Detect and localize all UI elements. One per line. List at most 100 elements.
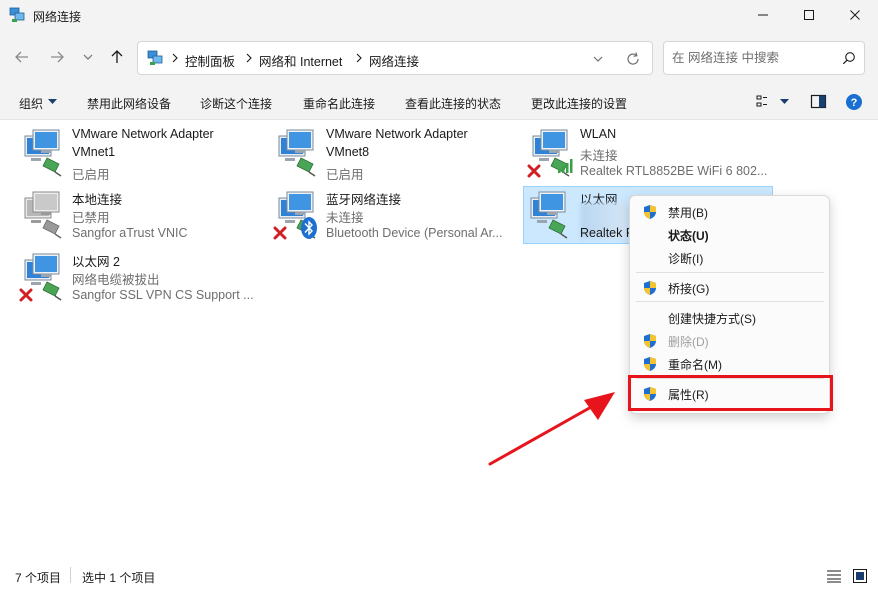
chevron-down-icon (83, 54, 93, 60)
organize-button[interactable]: 组织 (19, 95, 43, 112)
uac-shield-icon (642, 356, 658, 372)
connection-item-local[interactable]: 本地连接 已禁用 Sangfor aTrust VNIC (17, 186, 267, 244)
menu-separator (636, 301, 824, 302)
connection-status: 已启用 (326, 168, 364, 182)
menu-item-diagnose[interactable]: 诊断(I) (634, 246, 826, 269)
disconnected-x-icon (527, 164, 541, 178)
wifi-signal-icon (558, 159, 573, 173)
caret-down-icon (48, 99, 57, 104)
connection-subname: VMnet1 (72, 145, 116, 159)
network-adapter-icon (525, 190, 577, 240)
connection-item-ethernet-2[interactable]: 以太网 2 网络电缆被拔出 Sangfor SSL VPN CS Support… (17, 248, 267, 306)
details-view-icon[interactable] (826, 569, 842, 583)
connection-status: 网络电缆被拔出 (72, 273, 160, 287)
connection-item-vmnet1[interactable]: VMware Network Adapter VMnet1 已启用 (17, 124, 267, 182)
recent-locations-button[interactable] (77, 46, 99, 68)
menu-item-label: 创建快捷方式(S) (668, 312, 756, 326)
title-bar: 网络连接 (0, 0, 878, 32)
up-button[interactable] (106, 46, 128, 68)
menu-item-label: 删除(D) (668, 335, 709, 349)
annotation-arrow-icon (488, 392, 615, 466)
connection-name: VMware Network Adapter (72, 127, 214, 141)
network-adapter-disabled-icon (19, 190, 71, 240)
arrow-up-icon (111, 50, 123, 63)
connection-device: Sangfor aTrust VNIC (72, 226, 188, 240)
menu-item-delete: 删除(D) (634, 329, 826, 352)
menu-item-label: 重命名(M) (668, 358, 722, 372)
connection-item-wlan[interactable]: WLAN 未连接 Realtek RTL8852BE WiFi 6 802... (525, 124, 775, 182)
maximize-button[interactable] (786, 0, 832, 30)
view-options-caret-icon[interactable] (780, 99, 789, 105)
disable-device-button[interactable]: 禁用此网络设备 (87, 95, 171, 112)
change-settings-button[interactable]: 更改此连接的设置 (531, 95, 627, 112)
connection-device: Realtek RTL8852BE WiFi 6 802... (580, 164, 768, 178)
connection-status: 未连接 (580, 149, 618, 163)
connection-device: Bluetooth Device (Personal Ar... (326, 226, 503, 240)
help-icon[interactable]: ? (845, 93, 863, 111)
uac-shield-icon (642, 280, 658, 296)
navigation-bar: 控制面板 网络和 Internet 网络连接 (0, 32, 878, 84)
annotation-highlight-box (628, 375, 833, 411)
diagnose-connection-button[interactable]: 诊断这个连接 (200, 95, 272, 112)
menu-separator (636, 272, 824, 273)
address-bar[interactable]: 控制面板 网络和 Internet 网络连接 (137, 41, 653, 75)
tiles-view-icon[interactable] (852, 568, 868, 584)
search-input[interactable] (672, 49, 832, 67)
connection-status: 已禁用 (72, 211, 110, 225)
close-button[interactable] (832, 0, 878, 30)
breadcrumb-control-panel[interactable]: 控制面板 (185, 51, 235, 70)
uac-shield-icon (642, 204, 658, 220)
menu-item-label: 诊断(I) (668, 252, 704, 266)
network-connections-app-icon (9, 7, 25, 22)
menu-item-bridge[interactable]: 桥接(G) (634, 276, 826, 299)
connection-status: 已启用 (72, 168, 110, 182)
command-bar: 组织 禁用此网络设备 诊断这个连接 重命名此连接 查看此连接的状态 更改此连接的… (0, 84, 878, 120)
connection-name: VMware Network Adapter (326, 127, 468, 141)
connection-device: Realtek P (580, 226, 635, 240)
view-status-button[interactable]: 查看此连接的状态 (405, 95, 501, 112)
minimize-button[interactable] (740, 0, 786, 30)
preview-pane-icon[interactable] (810, 94, 828, 110)
connection-device: Sangfor SSL VPN CS Support ... (72, 288, 254, 302)
arrow-right-icon (51, 51, 64, 63)
connection-item-bluetooth[interactable]: 蓝牙网络连接 未连接 Bluetooth Device (Personal Ar… (271, 186, 521, 244)
breadcrumb-separator-icon (172, 53, 178, 63)
search-box[interactable] (663, 41, 865, 75)
item-count: 7 个项目 (15, 571, 62, 585)
connection-name: 以太网 2 (72, 255, 120, 269)
connection-item-vmnet8[interactable]: VMware Network Adapter VMnet8 已启用 (271, 124, 521, 182)
menu-item-label: 禁用(B) (668, 206, 708, 220)
connection-subname: VMnet8 (326, 145, 370, 159)
breadcrumb-network-internet[interactable]: 网络和 Internet (259, 51, 342, 70)
address-history-chevron-icon[interactable] (591, 53, 605, 65)
refresh-icon[interactable] (624, 50, 642, 68)
close-icon (850, 10, 860, 20)
rename-connection-button[interactable]: 重命名此连接 (303, 95, 375, 112)
svg-text:?: ? (851, 97, 858, 109)
menu-item-status[interactable]: 状态(U) (634, 223, 826, 246)
bluetooth-icon (301, 217, 317, 239)
search-icon[interactable] (842, 51, 856, 65)
menu-item-label: 状态(U) (668, 229, 709, 243)
network-adapter-icon (273, 128, 325, 178)
forward-button[interactable] (46, 46, 68, 68)
disconnected-x-icon (19, 288, 33, 302)
maximize-icon (804, 10, 814, 20)
uac-shield-icon (642, 333, 658, 349)
menu-item-rename[interactable]: 重命名(M) (634, 352, 826, 375)
menu-item-label: 桥接(G) (668, 282, 710, 296)
breadcrumb-separator-icon (246, 53, 252, 63)
back-button[interactable] (11, 46, 33, 68)
menu-item-create-shortcut[interactable]: 创建快捷方式(S) (634, 306, 826, 329)
connection-name: 本地连接 (72, 193, 123, 207)
control-panel-icon (147, 50, 163, 65)
breadcrumb-separator-icon (356, 53, 362, 63)
menu-item-disable[interactable]: 禁用(B) (634, 200, 826, 223)
connection-name: WLAN (580, 127, 617, 141)
connection-status: 未连接 (326, 211, 364, 225)
change-view-icon[interactable] (756, 94, 774, 110)
disconnected-x-icon (273, 226, 287, 240)
breadcrumb-network-connections[interactable]: 网络连接 (369, 51, 419, 70)
status-bar: 7 个项目 选中 1 个项目 (0, 561, 878, 590)
status-divider (70, 567, 71, 583)
